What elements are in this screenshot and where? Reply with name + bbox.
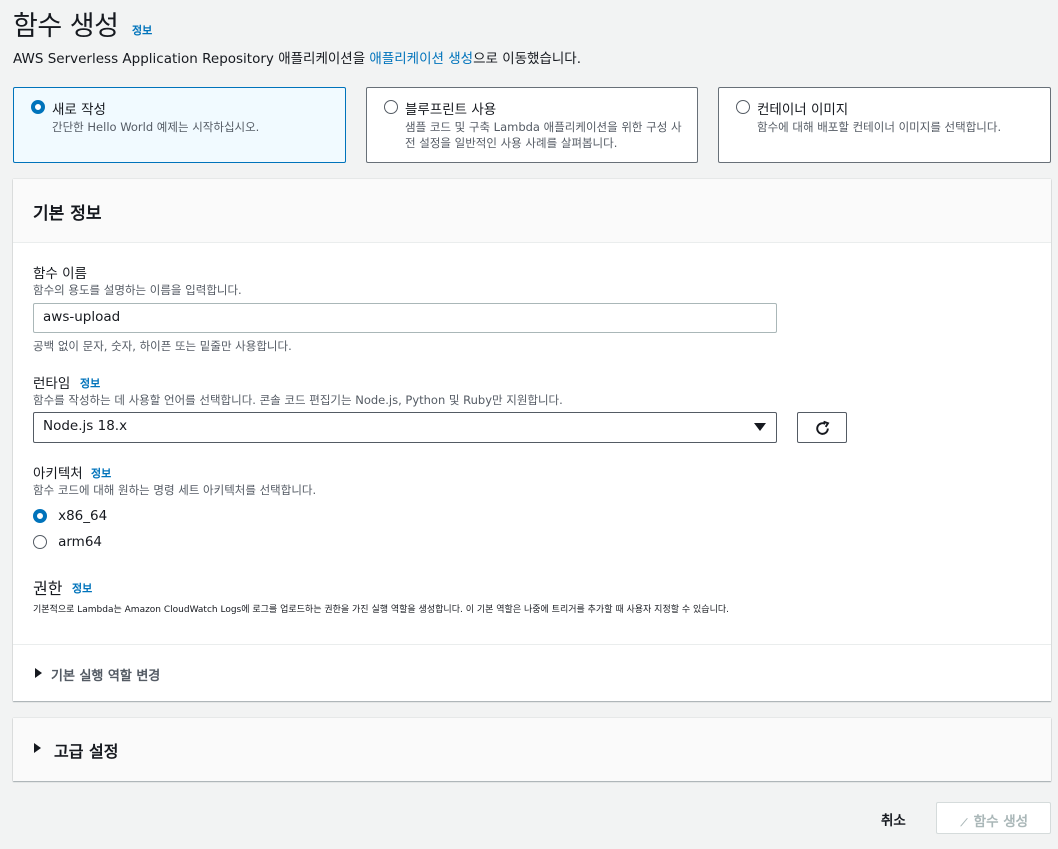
runtime-info-link[interactable]: 정보 — [80, 375, 100, 391]
radio-author-from-scratch[interactable] — [31, 100, 45, 114]
option-container-image[interactable]: 컨테이너 이미지 함수에 대해 배포할 컨테이너 이미지를 선택합니다. — [718, 87, 1051, 163]
option-title: 새로 작성 — [52, 102, 106, 118]
function-name-label: 함수 이름 — [33, 266, 87, 282]
panel-header: 기본 정보 — [13, 179, 1051, 243]
option-desc: 함수에 대해 배포할 컨테이너 이미지를 선택합니다. — [757, 120, 1002, 134]
cancel-button[interactable]: 취소 — [881, 809, 906, 829]
radio-label: arm64 — [58, 533, 103, 550]
page-subtitle: AWS Serverless Application Repository 애플… — [13, 47, 581, 67]
change-role-label: 기본 실행 역할 변경 — [51, 669, 161, 684]
architecture-info-link[interactable]: 정보 — [91, 465, 111, 481]
radio-container-image[interactable] — [736, 100, 750, 114]
title-info-link[interactable]: 정보 — [132, 22, 152, 38]
runtime-desc: 함수를 작성하는 데 사용할 언어를 선택합니다. 콘솔 코드 편집기는 Nod… — [33, 393, 563, 407]
runtime-select[interactable]: Node.js 18.x — [33, 412, 777, 443]
function-name-input[interactable]: aws-upload — [33, 303, 777, 333]
architecture-desc: 함수 코드에 대해 원하는 명령 세트 아키텍처를 선택합니다. — [33, 483, 317, 497]
create-function-label: 함수 생성 — [973, 814, 1029, 830]
permissions-desc: 기본적으로 Lambda는 Amazon CloudWatch Logs에 로그… — [33, 605, 730, 615]
architecture-label: 아키텍처 — [33, 466, 83, 482]
permissions-info-link[interactable]: 정보 — [72, 580, 92, 596]
basic-info-panel: 기본 정보 함수 이름 함수의 용도를 설명하는 이름을 입력합니다. aws-… — [13, 179, 1051, 701]
caret-right-icon — [35, 668, 42, 678]
caret-right-icon — [34, 743, 41, 753]
advanced-settings-panel[interactable]: 고급 설정 — [13, 718, 1051, 781]
create-function-button[interactable]: ⟋ 함수 생성 — [936, 802, 1051, 834]
option-use-blueprint[interactable]: 블루프린트 사용 샘플 코드 및 구축 Lambda 애플리케이션을 위한 구성… — [366, 87, 698, 163]
option-desc: 샘플 코드 및 구축 Lambda 애플리케이션을 위한 구성 사전 설정을 일… — [405, 120, 682, 150]
divider — [13, 644, 1051, 645]
permissions-label: 권한 — [33, 579, 63, 598]
subtitle-prefix: AWS Serverless Application Repository 애플… — [13, 51, 370, 67]
option-author-from-scratch[interactable]: 새로 작성 간단한 Hello World 예제는 시작하십시오. — [13, 87, 346, 163]
caret-down-icon — [754, 423, 766, 431]
radio-x86-64-option[interactable]: x86_64 — [33, 505, 107, 524]
option-desc: 간단한 Hello World 예제는 시작하십시오. — [52, 120, 260, 134]
radio-arm64[interactable] — [33, 534, 47, 549]
runtime-label: 런타임 — [33, 376, 71, 392]
function-name-hint: 공백 없이 문자, 숫자, 하이픈 또는 밑줄만 사용합니다. — [33, 339, 292, 353]
advanced-settings-title: 고급 설정 — [54, 742, 119, 761]
runtime-selected-value: Node.js 18.x — [43, 418, 128, 434]
radio-arm64-option[interactable]: arm64 — [33, 531, 102, 550]
refresh-button[interactable] — [797, 412, 847, 443]
radio-label: x86_64 — [58, 507, 108, 524]
refresh-icon — [816, 420, 830, 435]
option-title: 컨테이너 이미지 — [757, 102, 849, 118]
radio-x86-64[interactable] — [33, 508, 47, 523]
create-application-link[interactable]: 애플리케이션 생성 — [369, 51, 473, 67]
panel-title: 기본 정보 — [33, 204, 102, 224]
function-name-desc: 함수의 용도를 설명하는 이름을 입력합니다. — [33, 283, 242, 297]
subtitle-suffix: 으로 이동했습니다. — [473, 51, 582, 67]
option-title: 블루프린트 사용 — [405, 102, 497, 118]
loading-icon: ⟋ — [960, 818, 968, 829]
page-title: 함수 생성 — [13, 11, 119, 42]
radio-use-blueprint[interactable] — [384, 100, 398, 114]
